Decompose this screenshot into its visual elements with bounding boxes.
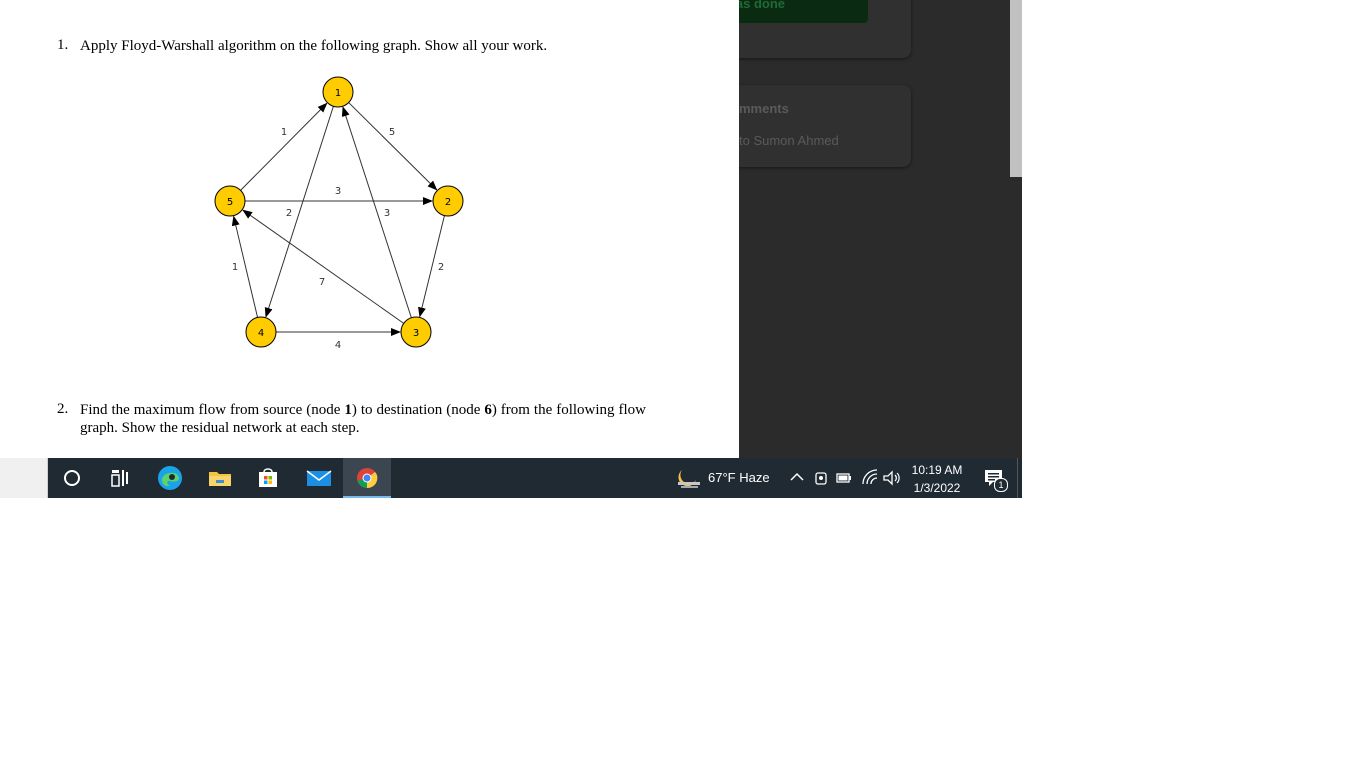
private-comments-card: mments to Sumon Ahmed: [739, 85, 911, 167]
graph-node-label-3: 3: [413, 328, 419, 339]
notification-count-badge: 1: [994, 478, 1008, 492]
action-center-button[interactable]: 1: [976, 458, 1016, 498]
weather-text: 67°F Haze: [708, 470, 770, 485]
task-view-button[interactable]: [96, 458, 144, 498]
mail-button[interactable]: [294, 458, 342, 498]
question-2-text: Find the maximum flow from source (node …: [80, 401, 646, 437]
mail-icon: [306, 470, 332, 486]
question-2-number: 2.: [57, 401, 69, 417]
scrollbar-thumb[interactable]: [1010, 0, 1022, 177]
document-view: 1. Apply Floyd-Warshall algorithm on the…: [0, 0, 739, 458]
edge-weight-5-2: 3: [335, 186, 341, 197]
comments-title: mments: [739, 101, 789, 116]
graph-node-label-4: 4: [258, 328, 264, 339]
chrome-button[interactable]: [343, 458, 391, 498]
taskbar: 67°F Haze 10:19 AM 1/3/2022 1: [48, 458, 1022, 498]
file-explorer-button[interactable]: [195, 458, 243, 498]
clock[interactable]: 10:19 AM 1/3/2022: [903, 460, 971, 496]
circle-icon: [64, 470, 80, 486]
taskbar-left-area: [0, 458, 48, 498]
q2-destination-node: 6: [484, 402, 492, 418]
q2-text-part-2: ) to destination (node: [351, 402, 485, 418]
graph-node-label-5: 5: [227, 197, 233, 208]
edge-weight-1-4: 2: [286, 208, 292, 219]
chevron-up-icon[interactable]: [789, 468, 805, 488]
folder-icon: [209, 472, 231, 486]
edge-5-1: [240, 102, 328, 191]
weather-widget[interactable]: 67°F Haze: [676, 458, 784, 498]
chrome-icon: [357, 468, 378, 489]
q2-source-node: 1: [344, 402, 352, 418]
task-view-icon: [111, 470, 128, 487]
edge-weight-3-1: 3: [384, 208, 390, 219]
cortana-button[interactable]: [48, 458, 96, 498]
edge-weight-5-1: 1: [281, 127, 287, 138]
show-desktop-button[interactable]: [1017, 458, 1022, 498]
edge-weight-4-3: 4: [335, 340, 341, 351]
edge-weight-3-5: 7: [319, 277, 325, 288]
work-card: rk as done: [739, 0, 911, 58]
edge-weight-2-3: 2: [438, 262, 444, 273]
edge-3-5: [242, 209, 405, 324]
store-icon: [259, 468, 277, 487]
edge-button[interactable]: [146, 458, 194, 498]
graph-diagram: 1 5 3 2 3 2 1 7 4 1 2 3 4 5: [214, 76, 464, 351]
clock-time: 10:19 AM: [911, 463, 963, 477]
volume-icon[interactable]: [882, 468, 902, 488]
edge-1-2: [348, 102, 438, 191]
q2-text-part-1: Find the maximum flow from source (node: [80, 402, 345, 418]
mark-as-done-label: rk as done: [739, 0, 786, 11]
graph-node-label-1: 1: [335, 88, 341, 99]
moon-haze-icon: [678, 470, 700, 488]
mark-as-done-button[interactable]: rk as done: [739, 0, 868, 23]
edge-icon: [158, 466, 182, 490]
edge-weight-1-2: 5: [389, 127, 395, 138]
clock-date: 1/3/2022: [913, 481, 961, 495]
battery-icon[interactable]: [835, 468, 853, 488]
graph-node-label-2: 2: [445, 197, 451, 208]
wifi-icon[interactable]: [861, 468, 879, 488]
edge-weight-4-5: 1: [232, 262, 238, 273]
store-button[interactable]: [244, 458, 292, 498]
classroom-side-panel: rk as done mments to Sumon Ahmed: [739, 0, 1022, 458]
edge-3-1: [341, 106, 412, 318]
meet-now-icon[interactable]: [813, 468, 829, 488]
add-comment-link[interactable]: to Sumon Ahmed: [739, 133, 839, 148]
